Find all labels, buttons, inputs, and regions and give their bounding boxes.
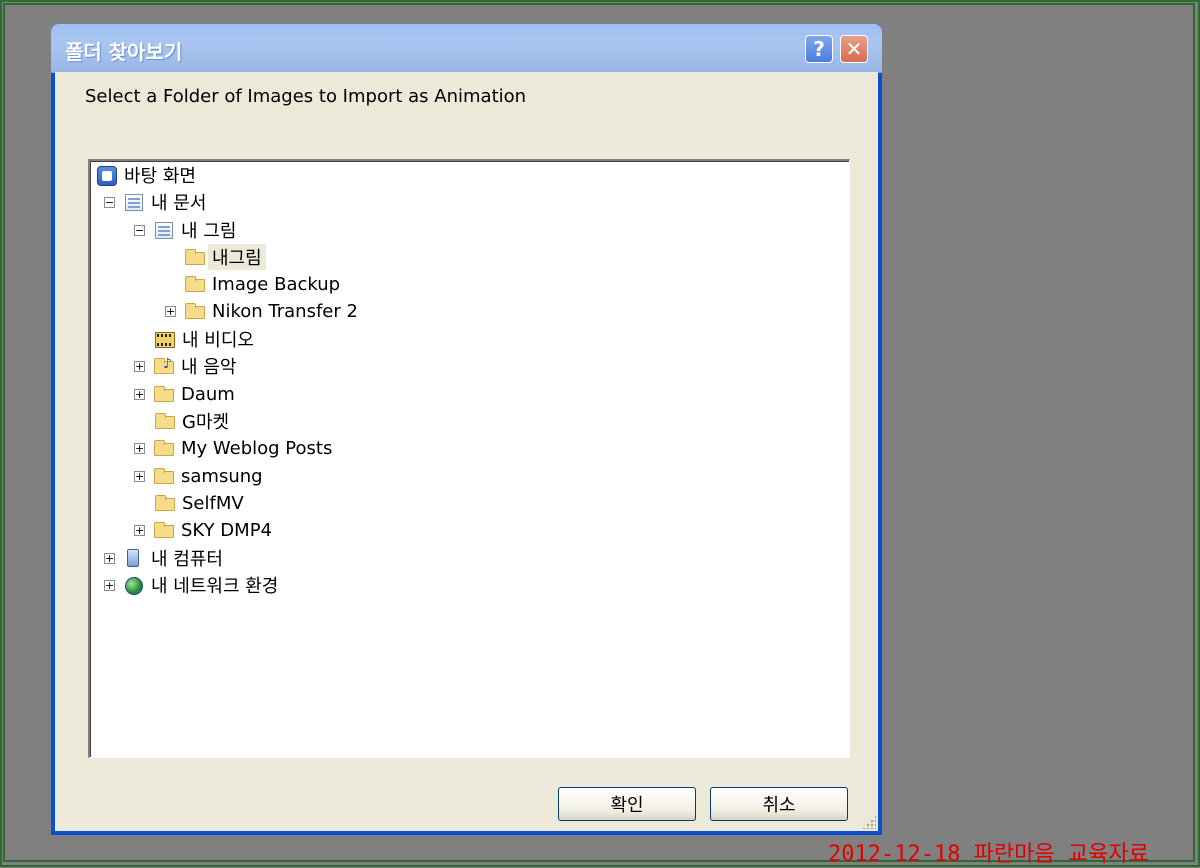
tree-item-my-network[interactable]: + 내 네트워크 환경 xyxy=(104,573,278,597)
tree-item-my-computer[interactable]: + 내 컴퓨터 xyxy=(104,546,223,570)
tree-item-gmarket[interactable]: G마켓 xyxy=(154,409,229,433)
desktop-icon xyxy=(96,165,118,186)
tree-item-label: SelfMV xyxy=(182,492,244,514)
expand-icon[interactable]: + xyxy=(104,579,115,591)
my-computer-icon xyxy=(123,548,145,568)
tree-item-my-pictures[interactable]: − 내 그림 xyxy=(134,218,236,242)
folder-icon xyxy=(154,493,176,513)
tree-item-samsung[interactable]: + samsung xyxy=(134,464,263,488)
my-documents-icon xyxy=(123,192,145,212)
my-videos-icon xyxy=(154,329,176,349)
tree-item-label: 내 네트워크 환경 xyxy=(151,576,279,597)
tree-item-label: 내 음악 xyxy=(181,357,237,378)
tree-item-label: 바탕 화면 xyxy=(124,166,196,187)
caption-text: 2012-12-18 파란마음 교육자료 xyxy=(828,842,1149,867)
tree-item-label: My Weblog Posts xyxy=(181,437,333,459)
folder-icon xyxy=(184,274,206,294)
tree-item-my-videos[interactable]: 내 비디오 xyxy=(154,327,254,351)
tree-item-label: 내 문서 xyxy=(151,193,207,214)
folder-icon xyxy=(154,411,176,431)
resize-grip-icon[interactable] xyxy=(862,815,876,829)
expand-icon[interactable]: + xyxy=(134,524,145,536)
network-icon xyxy=(123,575,145,595)
folder-icon xyxy=(184,247,206,267)
dialog-body: Select a Folder of Images to Import as A… xyxy=(55,72,878,831)
expand-icon[interactable]: + xyxy=(165,305,176,317)
tree-item-label: G마켓 xyxy=(182,412,230,433)
title-bar[interactable]: 폴더 찾아보기 ? ✕ xyxy=(51,24,882,73)
expand-icon[interactable]: + xyxy=(134,470,145,482)
expand-icon[interactable]: + xyxy=(134,360,145,372)
my-pictures-icon xyxy=(153,220,175,240)
expand-icon[interactable]: + xyxy=(134,388,145,400)
tree-item-daum[interactable]: + Daum xyxy=(134,382,235,406)
tree-item-image-backup[interactable]: Image Backup xyxy=(184,272,340,296)
folder-icon xyxy=(153,384,175,404)
folder-icon xyxy=(153,520,175,540)
collapse-icon[interactable]: − xyxy=(134,224,145,236)
tree-item-mypictures-folder[interactable]: 내그림 xyxy=(184,244,266,270)
folder-icon xyxy=(153,438,175,458)
cancel-button[interactable]: 취소 xyxy=(710,787,848,821)
help-button[interactable]: ? xyxy=(805,35,833,63)
instruction-text: Select a Folder of Images to Import as A… xyxy=(85,86,527,107)
tree-item-nikon-transfer[interactable]: + Nikon Transfer 2 xyxy=(165,299,358,323)
expand-icon[interactable]: + xyxy=(104,552,115,564)
tree-item-label: SKY DMP4 xyxy=(181,519,273,541)
tree-item-label: samsung xyxy=(181,465,263,487)
tree-item-desktop[interactable]: 바탕 화면 xyxy=(96,163,196,187)
window-title: 폴더 찾아보기 xyxy=(65,40,183,64)
my-music-icon: ♪ xyxy=(153,356,175,376)
tree-item-label: 내 그림 xyxy=(181,221,237,242)
tree-item-label: 내그림 xyxy=(208,244,266,270)
folder-tree[interactable]: 바탕 화면 − 내 문서 − 내 그림 내그림 Image Backup + N… xyxy=(88,159,850,758)
tree-item-label: Nikon Transfer 2 xyxy=(212,300,358,322)
expand-icon[interactable]: + xyxy=(134,442,145,454)
browse-folder-dialog: 폴더 찾아보기 ? ✕ Select a Folder of Images to… xyxy=(51,24,882,835)
tree-item-my-weblog-posts[interactable]: + My Weblog Posts xyxy=(134,436,332,460)
tree-item-selfmv[interactable]: SelfMV xyxy=(154,491,244,515)
tree-item-label: Image Backup xyxy=(212,273,341,295)
tree-item-label: 내 컴퓨터 xyxy=(151,549,223,570)
tree-item-label: Daum xyxy=(181,383,235,405)
collapse-icon[interactable]: − xyxy=(104,196,115,208)
folder-icon xyxy=(184,301,206,321)
tree-item-label: 내 비디오 xyxy=(182,330,254,351)
tree-item-my-music[interactable]: + ♪ 내 음악 xyxy=(134,354,236,378)
tree-item-my-documents[interactable]: − 내 문서 xyxy=(104,190,206,214)
folder-icon xyxy=(153,466,175,486)
ok-button[interactable]: 확인 xyxy=(558,787,696,821)
tree-item-sky-dmp4[interactable]: + SKY DMP4 xyxy=(134,518,272,542)
close-button[interactable]: ✕ xyxy=(840,35,868,63)
